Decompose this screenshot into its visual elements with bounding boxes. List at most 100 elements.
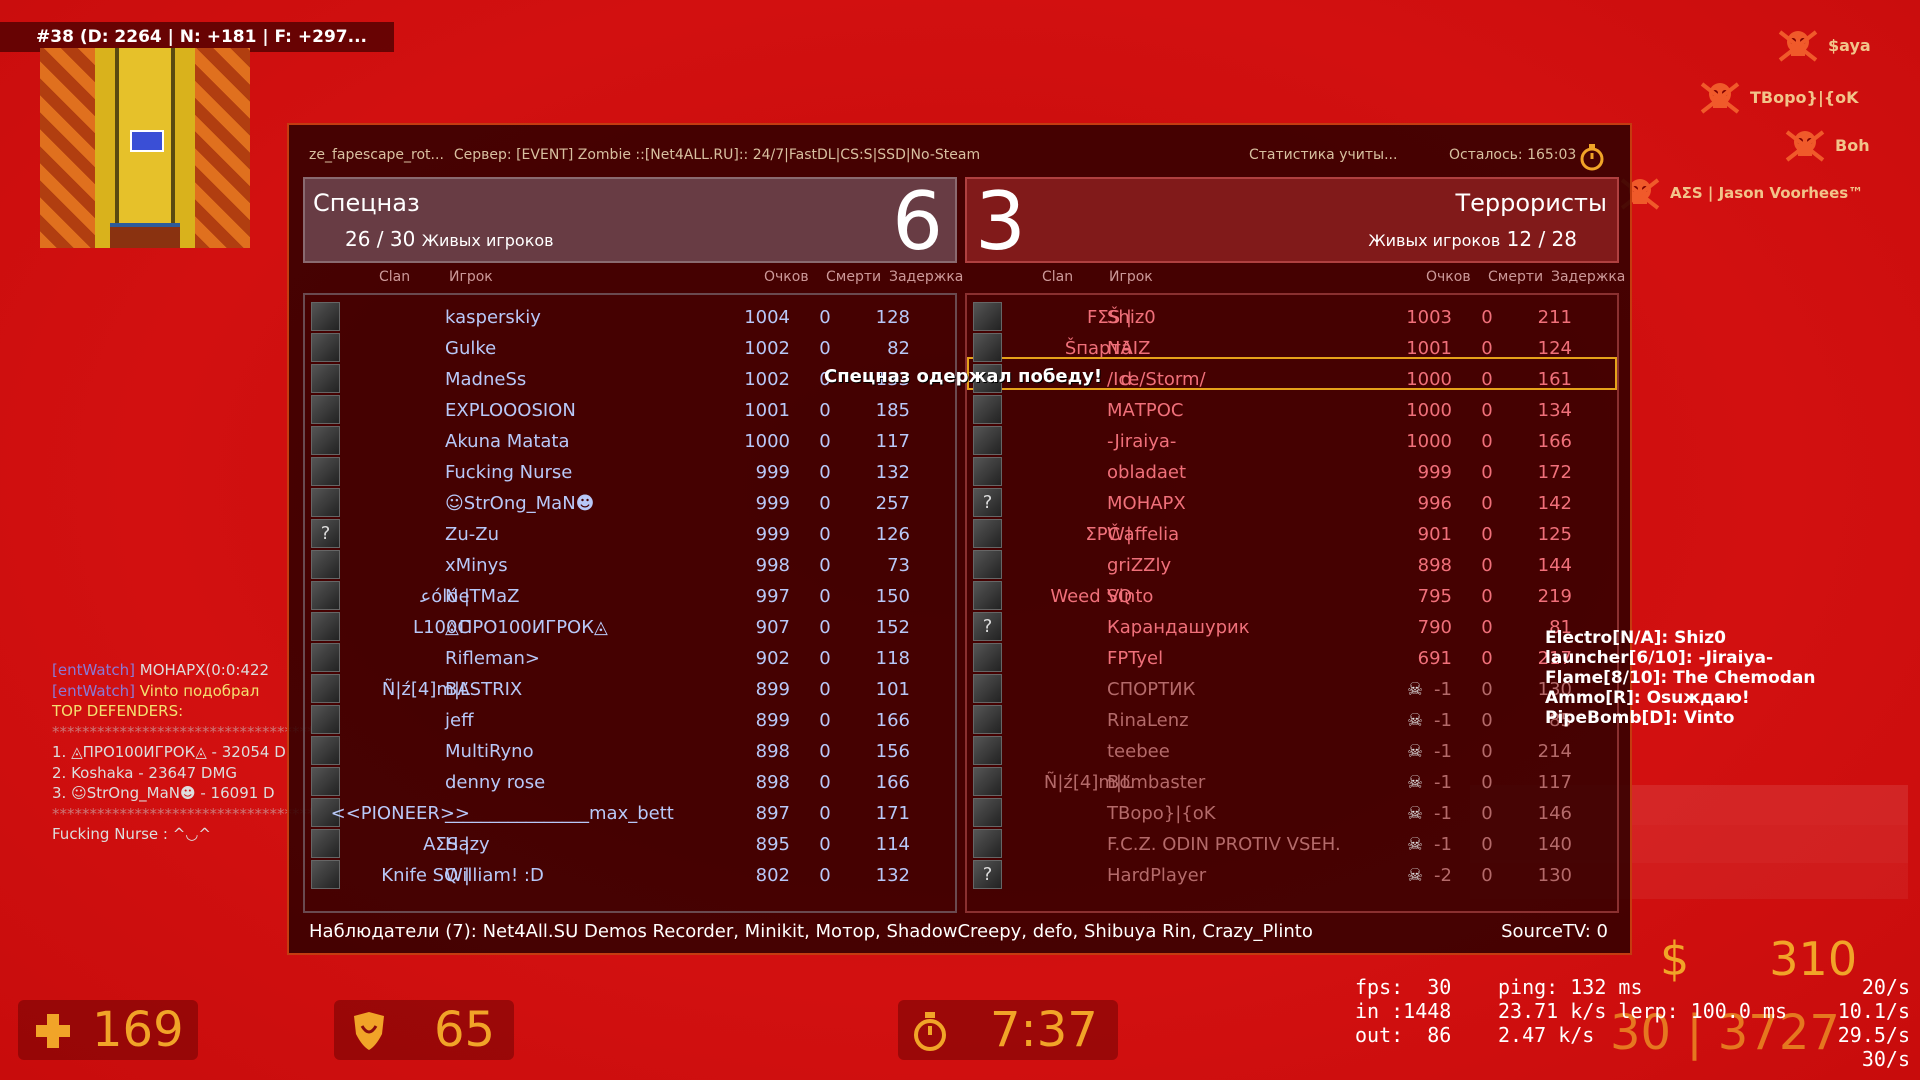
chat-line: Ammo[R]: Osuждаю!: [1545, 688, 1750, 708]
player-avatar: [973, 550, 1002, 579]
player-ping: 117: [1537, 772, 1572, 793]
player-row[interactable]: ? Zu-Zu 999 0 126: [305, 518, 955, 549]
player-ping: 211: [1537, 307, 1572, 328]
player-row[interactable]: ? HardPlayer -2 0 130 ☠: [967, 859, 1617, 890]
player-deaths: 0: [819, 338, 831, 359]
player-row[interactable]: Ñ|ź[4]m|Ľ BASTRIX 899 0 101: [305, 673, 955, 704]
player-avatar: [973, 426, 1002, 455]
player-ping: 146: [1537, 803, 1572, 824]
timer-box: 7:37: [898, 1000, 1118, 1060]
player-row[interactable]: RinaLenz -1 0 85 ☠: [967, 704, 1617, 735]
player-ping: 128: [875, 307, 910, 328]
player-row[interactable]: F.C.Z. ODIN PROTIV VSEH. -1 0 140 ☠: [967, 828, 1617, 859]
player-row[interactable]: Akuna Matata 1000 0 117: [305, 425, 955, 456]
armor-shield-icon: [354, 1012, 384, 1050]
map-name: ze_fapescape_rot...: [309, 147, 444, 163]
player-score: 899: [755, 710, 790, 731]
player-avatar: [973, 519, 1002, 548]
col-ping: Задержка: [889, 269, 964, 285]
player-row[interactable]: xMinys 998 0 73: [305, 549, 955, 580]
player-ping: 118: [875, 648, 910, 669]
player-row[interactable]: ? МОНАРХ 996 0 142: [967, 487, 1617, 518]
player-row[interactable]: Fucking Nurse 999 0 132: [305, 456, 955, 487]
player-name: МОНАРХ: [1107, 493, 1186, 514]
dead-skull-icon: ☠: [1407, 834, 1424, 855]
col-score: Очков: [1426, 269, 1471, 285]
chat-line: Electro[N/A]: Shiz0: [1545, 628, 1726, 648]
player-score: 901: [1417, 524, 1452, 545]
dead-skull-icon: ☠: [1407, 772, 1424, 793]
player-row[interactable]: Ñ|ź[4]m|Ľ Bombaster -1 0 117 ☠: [967, 766, 1617, 797]
player-name: ☺StrOng_MaN☻: [445, 493, 595, 514]
player-row[interactable]: ☺StrOng_MaN☻ 999 0 257: [305, 487, 955, 518]
player-row[interactable]: Rifleman> 902 0 118: [305, 642, 955, 673]
minimap-platform: [110, 223, 180, 248]
chat-line: launcher[6/10]: -Jiraiya-: [1545, 648, 1774, 668]
player-row[interactable]: Šпартā NAIZ 1001 0 124: [967, 332, 1617, 363]
player-row[interactable]: ΣPČ | Waffelia 901 0 125: [967, 518, 1617, 549]
player-row[interactable]: ? Карандашурик 790 0 81: [967, 611, 1617, 642]
player-row[interactable]: Gulke 1002 0 82: [305, 332, 955, 363]
player-score: 1002: [744, 369, 790, 390]
player-row[interactable]: СПОРТИК -1 0 130 ☠: [967, 673, 1617, 704]
player-row[interactable]: jeff 899 0 166: [305, 704, 955, 735]
player-name: xMinys: [445, 555, 508, 576]
player-name: FPTyel: [1107, 648, 1164, 669]
player-score: 997: [755, 586, 790, 607]
player-score: 1003: [1406, 307, 1452, 328]
player-score: 795: [1417, 586, 1452, 607]
player-row[interactable]: Weed SQ Vinto 795 0 219: [967, 580, 1617, 611]
chat-text: Fucking Nurse : ^◡^: [52, 825, 211, 843]
player-avatar: [973, 302, 1002, 331]
player-row[interactable]: L100C ◬ПРО100ИГРОК◬ 907 0 152: [305, 611, 955, 642]
player-ping: 82: [887, 338, 910, 359]
minimap-player-marker: [130, 130, 164, 152]
player-name: William! :D: [445, 865, 544, 886]
player-deaths: 0: [819, 555, 831, 576]
player-deaths: 0: [1481, 803, 1493, 824]
player-score: 999: [1417, 462, 1452, 483]
player-deaths: 0: [1481, 834, 1493, 855]
player-avatar: [973, 736, 1002, 765]
killfeed-name: Boh: [1835, 135, 1870, 155]
player-deaths: 0: [1481, 865, 1493, 886]
player-score: 1001: [744, 400, 790, 421]
team-ct-alive: 26 / 30 Живых игроков: [345, 227, 554, 251]
player-row[interactable]: FΣŠ | Shiz0 1003 0 211: [967, 301, 1617, 332]
player-deaths: 0: [1481, 400, 1493, 421]
player-row[interactable]: MultiRyno 898 0 156: [305, 735, 955, 766]
player-row[interactable]: Knife SQ | William! :D 802 0 132: [305, 859, 955, 890]
armor-box: 65: [334, 1000, 514, 1060]
player-name: NAIZ: [1107, 338, 1151, 359]
player-avatar: [311, 829, 340, 858]
player-row[interactable]: FPTyel 691 0 217: [967, 642, 1617, 673]
player-row[interactable]: kasperskiy 1004 0 128: [305, 301, 955, 332]
player-ping: 73: [887, 555, 910, 576]
player-row[interactable]: TBopo}|{oK -1 0 146 ☠: [967, 797, 1617, 828]
player-ping: 125: [1537, 524, 1572, 545]
killfeed-entry: Boh: [1785, 128, 1870, 162]
player-deaths: 0: [1481, 648, 1493, 669]
player-row[interactable]: ﻋóló | NeTMaZ 997 0 150: [305, 580, 955, 611]
player-avatar: [311, 395, 340, 424]
player-ping: 101: [875, 679, 910, 700]
player-row[interactable]: <<PIONEER>> ________________max_bett 897 0 1…: [305, 797, 955, 828]
chat-text: МОНАРХ(0:0:422: [135, 661, 270, 679]
player-row[interactable]: -Jiraiya- 1000 0 166: [967, 425, 1617, 456]
player-score: 802: [755, 865, 790, 886]
player-name: jeff: [445, 710, 474, 731]
player-row[interactable]: AΣS | Hazy 895 0 114: [305, 828, 955, 859]
player-avatar: [973, 581, 1002, 610]
player-deaths: 0: [819, 772, 831, 793]
player-row[interactable]: obladaet 999 0 172: [967, 456, 1617, 487]
skull-icon: [1785, 130, 1825, 162]
player-row[interactable]: denny rose 898 0 166: [305, 766, 955, 797]
player-ping: 114: [875, 834, 910, 855]
chat-line: Flame[8/10]: The Chemodan: [1545, 668, 1816, 688]
player-avatar: [311, 643, 340, 672]
player-row[interactable]: griZZly 898 0 144: [967, 549, 1617, 580]
player-name: Карандашурик: [1107, 617, 1250, 638]
player-row[interactable]: МАТРОС 1000 0 134: [967, 394, 1617, 425]
player-row[interactable]: EXPLOOOSION 1001 0 185: [305, 394, 955, 425]
player-row[interactable]: teebee -1 0 214 ☠: [967, 735, 1617, 766]
